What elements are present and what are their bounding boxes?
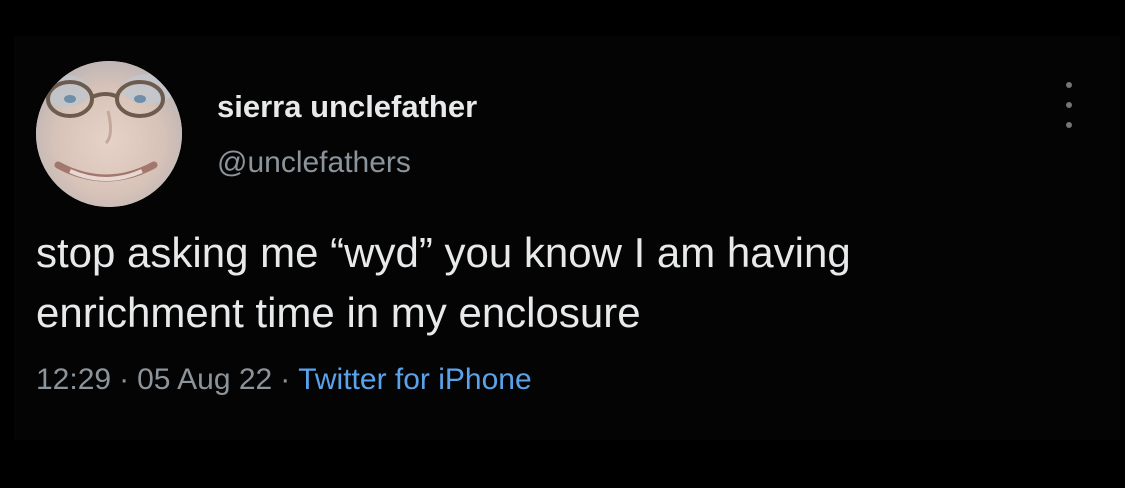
more-dot bbox=[1066, 102, 1072, 108]
more-dot bbox=[1066, 82, 1072, 88]
meta-separator: · bbox=[280, 363, 291, 396]
display-name[interactable]: sierra unclefather bbox=[217, 89, 477, 125]
tweet-metadata: 12:29 · 05 Aug 22 · Twitter for iPhone bbox=[36, 363, 532, 397]
tweet-date[interactable]: 05 Aug 22 bbox=[137, 363, 272, 396]
avatar-photo bbox=[36, 61, 182, 207]
more-vertical-icon[interactable] bbox=[1056, 82, 1082, 128]
avatar[interactable] bbox=[36, 61, 182, 207]
more-dot bbox=[1066, 122, 1072, 128]
user-handle[interactable]: @unclefathers bbox=[217, 146, 411, 180]
tweet-time[interactable]: 12:29 bbox=[36, 363, 111, 396]
meta-separator: · bbox=[119, 363, 130, 396]
tweet-source-link[interactable]: Twitter for iPhone bbox=[298, 363, 531, 396]
tweet-text: stop asking me “wyd” you know I am havin… bbox=[36, 229, 851, 336]
screenshot-frame: sierra unclefather @unclefathers stop as… bbox=[0, 0, 1125, 488]
